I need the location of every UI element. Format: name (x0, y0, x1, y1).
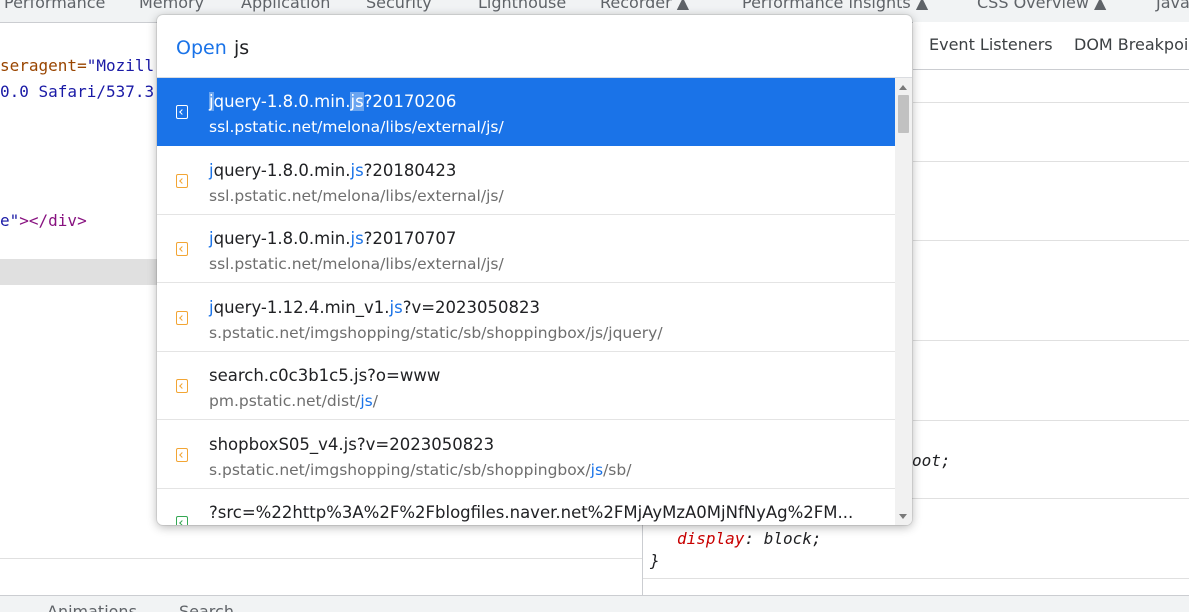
result-filename: shopboxS05_v4.js?v=2023050823 (209, 435, 494, 454)
result-item[interactable]: jquery-1.12.4.min_v1.js?v=2023050823 s.ps… (157, 284, 895, 352)
path-segment: / (372, 392, 378, 410)
drawer-tab-strip: Animations Search (0, 595, 1189, 612)
filename-segment: query-1.8.0.min. (213, 92, 351, 111)
styles-rule-divider-4 (913, 420, 1189, 421)
filename-segment: ?src=%22http%3A%2F%2Fblogfiles.naver.net… (209, 503, 854, 522)
result-item[interactable]: jquery-1.8.0.min.js?20170206 ssl.pstatic.… (157, 78, 895, 146)
css-property-name: display (677, 529, 745, 548)
filename-segment: query-1.8.0.min. (213, 229, 351, 248)
path-segment: ssl.pstatic.net/melona/libs/external/js/ (209, 255, 504, 273)
match-highlight: js (590, 460, 604, 479)
result-path: ssl.pstatic.net/melona/libs/external/js/ (209, 255, 504, 273)
result-path: pm.pstatic.net/dist/js/ (209, 392, 378, 410)
attr-value-end: e" (0, 211, 20, 230)
match-highlight: js (350, 92, 364, 111)
open-file-results-list: jquery-1.8.0.min.js?20170206 ssl.pstatic.… (157, 78, 895, 525)
selected-dom-node-row[interactable] (0, 259, 158, 285)
tab-css-overview[interactable]: CSS Overview ▲ (977, 0, 1106, 12)
scroll-down-arrow-icon[interactable] (899, 514, 907, 519)
filename-segment: ?20170206 (363, 92, 457, 111)
script-file-icon (176, 447, 188, 462)
result-item[interactable]: search.c0c3b1c5.js?o=www pm.pstatic.net/d… (157, 352, 895, 420)
match-highlight: js (360, 392, 373, 410)
styles-rule-divider-1 (913, 161, 1189, 162)
tab-recorder[interactable]: Recorder ▲ (600, 0, 689, 12)
filename-segment: query-1.12.4.min_v1. (213, 297, 390, 317)
result-filename: jquery-1.8.0.min.js?20170707 (209, 229, 456, 248)
styles-toolbar (913, 70, 1189, 103)
styles-rule-divider-3 (913, 340, 1189, 341)
match-highlight: js (389, 297, 403, 317)
filename-segment: search.c0c3b1c5.js?o=www (209, 366, 441, 385)
result-path: ssl.pstatic.net/melona/libs/external/js/ (209, 118, 504, 136)
tab-lighthouse[interactable]: Lighthouse (478, 0, 566, 12)
filename-segment: ?20170707 (363, 229, 457, 248)
open-file-query-input[interactable] (234, 35, 874, 61)
styles-rule-divider-6 (643, 578, 1189, 579)
tab-performance-insights[interactable]: Performance insights ▲ (742, 0, 928, 12)
elements-divider (0, 558, 642, 559)
result-path: s.pstatic.net/imgshopping/static/sb/shop… (209, 324, 663, 342)
result-filename: search.c0c3b1c5.js?o=www (209, 366, 440, 385)
tab-memory[interactable]: Memory (139, 0, 204, 12)
attr-value: "Mozill (86, 56, 155, 75)
attr-name: seragent= (0, 56, 87, 75)
match-highlight: js (350, 160, 364, 180)
dom-line-div[interactable]: e"></div> (0, 211, 87, 230)
result-path: ssl.pstatic.net/melona/libs/external/js/ (209, 187, 504, 205)
tab-application[interactable]: Application (241, 0, 330, 12)
scroll-up-arrow-icon[interactable] (899, 85, 907, 90)
result-path: s.pstatic.net/imgshopping/static/sb/shop… (209, 461, 631, 479)
filename-segment: ?20180423 (363, 160, 457, 180)
dom-line-attribute[interactable]: seragent="Mozill (0, 56, 154, 75)
open-file-dialog: Open jquery-1.8.0.min.js?20170206 ssl.pst… (157, 15, 912, 525)
tab-performance[interactable]: Performance (4, 0, 105, 12)
path-segment: s.pstatic.net/imgshopping/static/sb/shop… (209, 460, 591, 479)
open-file-header: Open (157, 15, 912, 78)
path-segment: ssl.pstatic.net/melona/libs/external/js/ (209, 118, 504, 136)
tab-javascript-profiler[interactable]: Java (1156, 0, 1189, 12)
tab-security[interactable]: Security (366, 0, 432, 12)
scrollbar-thumb[interactable] (898, 95, 909, 133)
results-scrollbar[interactable] (895, 78, 912, 525)
css-colon: : (744, 529, 755, 548)
result-filename: jquery-1.8.0.min.js?20180423 (209, 161, 456, 180)
result-item[interactable]: ?src=%22http%3A%2F%2Fblogfiles.naver.net… (157, 489, 895, 525)
dom-line-useragent[interactable]: 0.0 Safari/537.3 (0, 82, 154, 101)
result-item[interactable]: jquery-1.8.0.min.js?20170707 ssl.pstatic.… (157, 215, 895, 283)
script-file-icon (176, 242, 188, 256)
css-partial-value: oot; (912, 451, 951, 470)
result-filename: ?src=%22http%3A%2F%2Fblogfiles.naver.net… (209, 503, 853, 522)
script-file-icon (176, 105, 188, 119)
result-item[interactable]: shopboxS05_v4.js?v=2023050823 s.pstatic.n… (157, 421, 895, 489)
styles-pane-tabs: Event Listeners DOM Breakpoi (913, 22, 1189, 70)
css-declaration-display[interactable]: display: block; (677, 529, 822, 548)
script-file-icon (176, 310, 188, 325)
result-item[interactable]: jquery-1.8.0.min.js?20180423 ssl.pstatic.… (157, 147, 895, 215)
filename-segment: shopboxS05_v4.js?v=2023050823 (209, 434, 495, 454)
filename-segment: ?v=2023050823 (402, 297, 541, 317)
path-segment: s.pstatic.net/imgshopping/static/sb/shop… (209, 323, 663, 342)
image-file-icon (176, 516, 188, 525)
closing-tag: ></div> (19, 211, 87, 230)
result-filename: jquery-1.12.4.min_v1.js?v=2023050823 (209, 298, 540, 317)
css-property-value: block; (763, 529, 822, 548)
tab-dom-breakpoints[interactable]: DOM Breakpoi (1074, 35, 1188, 54)
path-segment: /sb/ (603, 460, 632, 479)
path-segment: pm.pstatic.net/dist/ (209, 392, 361, 410)
css-rule-close-brace: } (650, 551, 660, 570)
styles-rule-divider-2 (913, 240, 1189, 241)
result-filename: jquery-1.8.0.min.js?20170206 (209, 92, 456, 111)
script-file-icon (176, 173, 188, 188)
path-segment: ssl.pstatic.net/melona/libs/external/js/ (209, 186, 504, 205)
filename-segment: query-1.8.0.min. (213, 160, 351, 180)
match-highlight: js (350, 229, 364, 248)
open-prompt-label: Open (176, 37, 227, 59)
tab-event-listeners[interactable]: Event Listeners (929, 35, 1053, 54)
script-file-icon (176, 379, 188, 393)
